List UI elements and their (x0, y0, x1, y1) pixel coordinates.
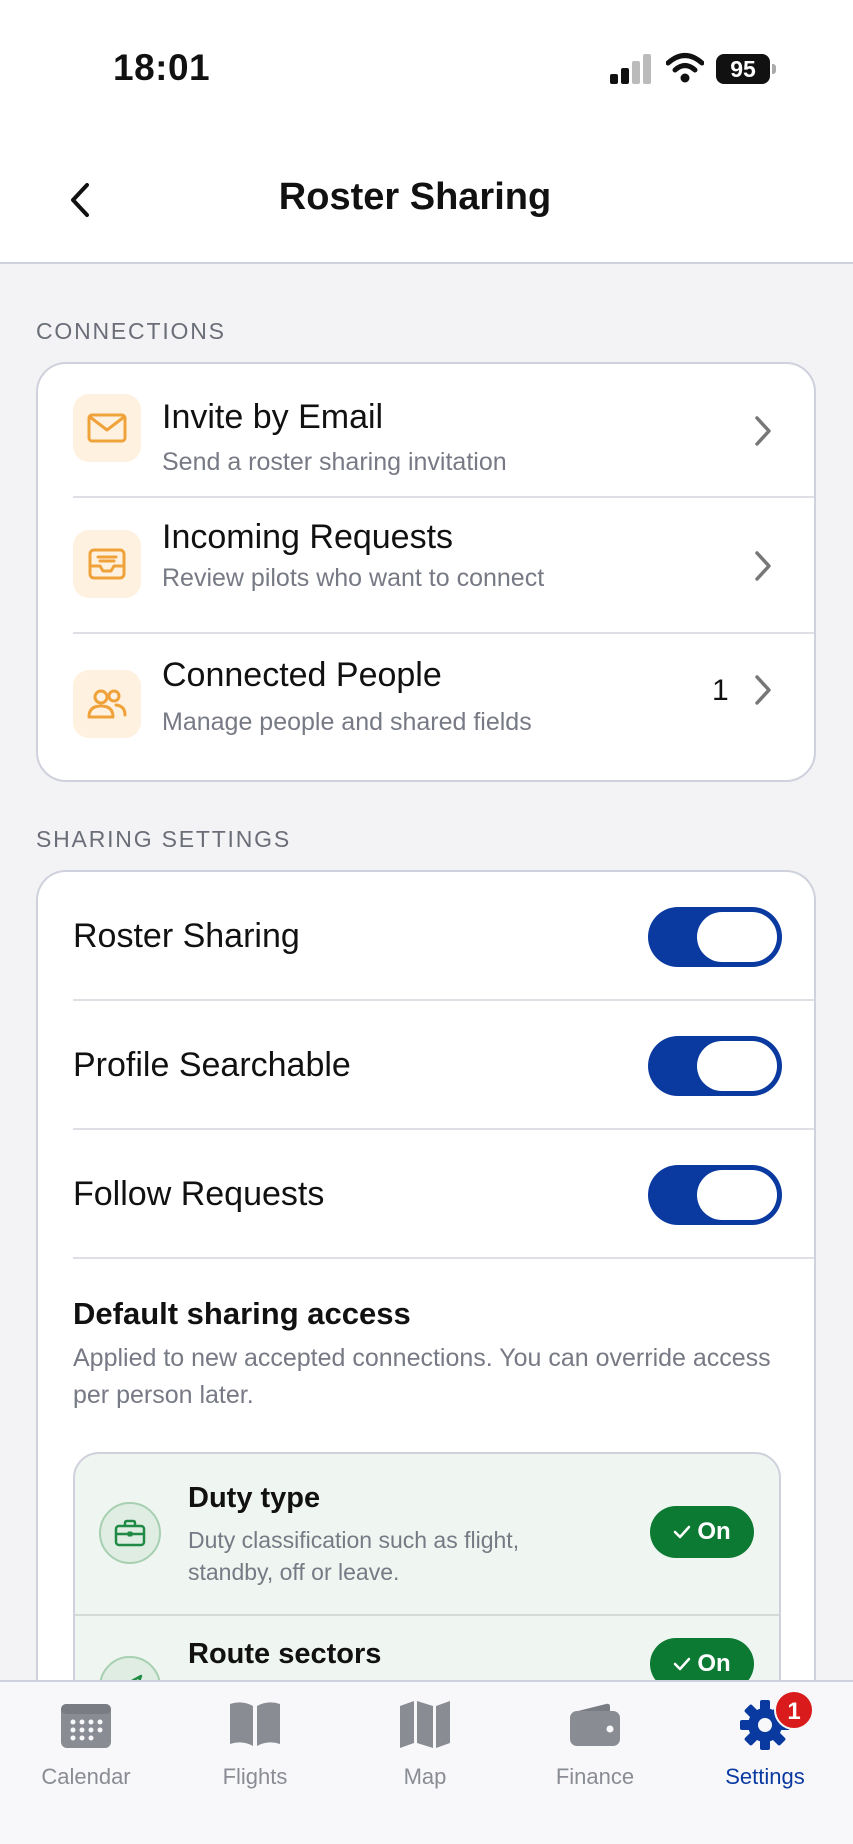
checkmark-icon (674, 1657, 691, 1671)
roster-sharing-toggle[interactable] (648, 907, 782, 967)
tab-label: Finance (555, 1764, 635, 1789)
access-item-title: Duty type (188, 1482, 321, 1514)
tab-label: Flights (222, 1764, 288, 1789)
back-button[interactable] (60, 175, 100, 225)
battery-icon: 95 (716, 54, 776, 84)
section-label-sharing-settings: SHARING SETTINGS (36, 826, 291, 852)
access-on-pill[interactable]: On (650, 1506, 754, 1558)
incoming-requests-row[interactable]: Incoming Requests Review pilots who want… (38, 500, 814, 634)
row-title: Invite by Email (162, 398, 384, 436)
sharing-settings-card: Roster Sharing Profile Searchable Follow… (36, 870, 816, 1790)
tab-label: Settings (725, 1764, 805, 1789)
access-item-title: Route sectors (188, 1638, 382, 1670)
book-icon (230, 1702, 280, 1746)
section-label-connections: CONNECTIONS (36, 318, 226, 344)
tab-bar: Calendar Flights Map Finance 1 Settings (0, 1680, 853, 1844)
mail-icon (73, 394, 141, 462)
notification-badge: 1 (774, 1690, 814, 1730)
tab-flights[interactable]: Flights (180, 1682, 330, 1812)
calendar-icon (61, 1704, 111, 1748)
connected-people-row[interactable]: Connected People Manage people and share… (38, 636, 814, 780)
row-subtitle: Send a roster sharing invitation (162, 448, 507, 476)
access-item-duty-type[interactable]: Duty type Duty classification such as fl… (75, 1454, 779, 1616)
default-access-title: Default sharing access (73, 1296, 411, 1331)
wallet-icon (570, 1703, 620, 1746)
tab-label: Map (403, 1764, 447, 1789)
tab-calendar[interactable]: Calendar (11, 1682, 161, 1812)
access-item-description: Duty classification such as flight, stan… (188, 1527, 520, 1585)
setting-label: Follow Requests (73, 1175, 325, 1213)
page-title: Roster Sharing (278, 176, 552, 218)
connections-card: Invite by Email Send a roster sharing in… (36, 362, 816, 782)
tab-map[interactable]: Map (350, 1682, 500, 1812)
follow-requests-toggle[interactable] (648, 1165, 782, 1225)
wifi-icon (666, 53, 704, 83)
navigation-bar: Roster Sharing (0, 130, 853, 264)
profile-searchable-toggle[interactable] (648, 1036, 782, 1096)
row-title: Incoming Requests (162, 518, 454, 556)
map-icon (400, 1701, 450, 1748)
cellular-signal-icon (610, 54, 651, 84)
chevron-right-icon (755, 551, 771, 581)
row-subtitle: Review pilots who want to connect (162, 564, 545, 592)
roster-sharing-row: Roster Sharing (38, 872, 814, 1001)
default-access-description: Applied to new accepted connections. You… (73, 1344, 771, 1409)
chevron-right-icon (755, 416, 771, 446)
setting-label: Profile Searchable (73, 1046, 351, 1084)
profile-searchable-row: Profile Searchable (38, 1001, 814, 1130)
briefcase-icon (99, 1502, 161, 1564)
tab-label: Calendar (41, 1764, 131, 1789)
chevron-right-icon (755, 675, 771, 705)
checkmark-icon (674, 1525, 691, 1539)
inbox-icon (73, 530, 141, 598)
setting-label: Roster Sharing (73, 917, 300, 955)
status-bar: 18:01 95 (0, 0, 853, 130)
connected-count: 1 (712, 674, 729, 707)
invite-by-email-row[interactable]: Invite by Email Send a roster sharing in… (38, 364, 814, 498)
status-time: 18:01 (113, 47, 211, 88)
pill-label: On (697, 1650, 731, 1677)
chevron-left-icon (71, 183, 89, 217)
row-title: Connected People (162, 656, 442, 694)
battery-level: 95 (716, 54, 770, 84)
pill-label: On (697, 1518, 731, 1545)
tab-settings[interactable]: 1 Settings (690, 1682, 840, 1812)
tab-finance[interactable]: Finance (520, 1682, 670, 1812)
people-icon (73, 670, 141, 738)
follow-requests-row: Follow Requests (38, 1130, 814, 1259)
row-subtitle: Manage people and shared fields (162, 708, 532, 736)
